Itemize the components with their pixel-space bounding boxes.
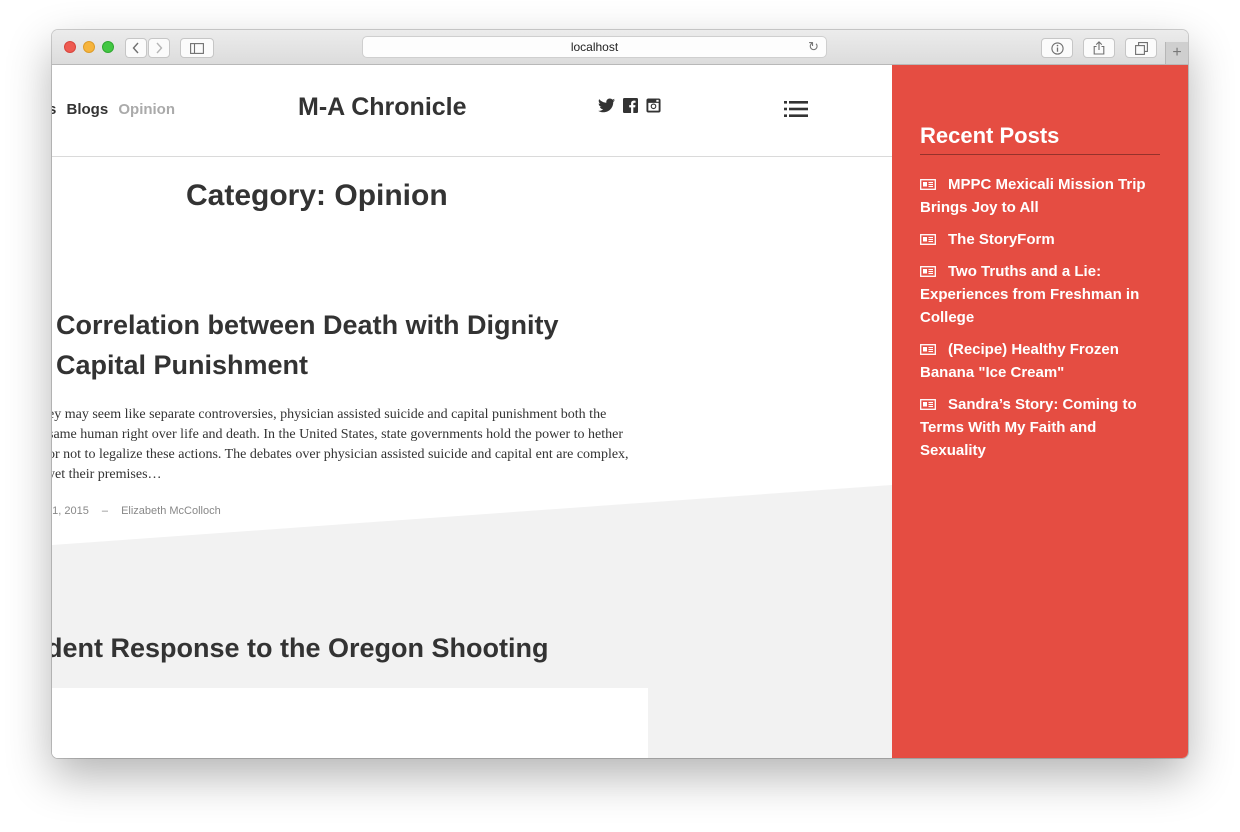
chevron-left-icon — [132, 42, 139, 54]
site-title[interactable]: M-A Chronicle — [298, 93, 467, 122]
share-button[interactable] — [1083, 38, 1115, 58]
hamburger-menu-icon[interactable] — [784, 101, 808, 117]
tabs-icon — [1134, 41, 1148, 55]
address-bar[interactable]: localhost ↻ — [362, 36, 827, 58]
post-title-2[interactable]: dent Response to the Oregon Shooting — [52, 633, 549, 664]
post-excerpt: ey may seem like separate controversies,… — [52, 407, 629, 482]
post-card — [52, 688, 648, 758]
post-meta: 21, 2015 – Elizabeth McColloch — [52, 505, 221, 517]
forward-button[interactable] — [148, 38, 170, 58]
maximize-window-button[interactable] — [102, 41, 114, 53]
top-nav: s Blogs Opinion — [52, 101, 181, 118]
meta-separator: – — [101, 505, 109, 517]
recent-posts-list: MPPC Mexicali Mission Trip Brings Joy to… — [920, 173, 1164, 471]
nav-link-opinion[interactable]: Opinion — [118, 101, 175, 118]
tabs-button[interactable] — [1125, 38, 1157, 58]
info-icon — [1050, 41, 1064, 55]
sidebar-divider — [920, 154, 1160, 155]
reload-icon[interactable]: ↻ — [808, 37, 819, 57]
sidebar-toggle-button[interactable] — [180, 38, 214, 58]
back-button[interactable] — [125, 38, 147, 58]
nav-link-partial[interactable]: s — [52, 101, 56, 118]
facebook-icon[interactable] — [623, 98, 638, 113]
newspaper-icon — [920, 234, 936, 245]
newspaper-icon — [920, 399, 936, 410]
recent-post-label: Two Truths and a Lie: Experiences from F… — [920, 263, 1140, 326]
recent-post-item[interactable]: Sandra’s Story: Coming to Terms With My … — [920, 393, 1164, 462]
twitter-icon[interactable] — [598, 98, 615, 113]
recent-post-item[interactable]: The StoryForm — [920, 228, 1164, 251]
close-window-button[interactable] — [64, 41, 76, 53]
share-icon — [1093, 41, 1105, 55]
recent-post-label: Sandra’s Story: Coming to Terms With My … — [920, 396, 1137, 459]
new-tab-button[interactable]: + — [1165, 42, 1188, 64]
recent-posts-sidebar: Recent Posts MPPC Mexicali Mission Trip … — [892, 65, 1188, 758]
newspaper-icon — [920, 266, 936, 277]
category-heading: Category: Opinion — [186, 179, 448, 212]
chevron-right-icon — [156, 42, 163, 54]
recent-post-label: MPPC Mexicali Mission Trip Brings Joy to… — [920, 176, 1146, 216]
social-links — [598, 98, 661, 113]
browser-window: localhost ↻ + s Blogs Opinion M-A Chroni… — [52, 30, 1188, 758]
newspaper-icon — [920, 344, 936, 355]
post-title[interactable]: Correlation between Death with Dignity C… — [56, 305, 636, 385]
recent-post-item[interactable]: (Recipe) Healthy Frozen Banana "Ice Crea… — [920, 338, 1164, 384]
nav-link-blogs[interactable]: Blogs — [67, 101, 109, 118]
recent-post-label: (Recipe) Healthy Frozen Banana "Ice Crea… — [920, 341, 1119, 381]
recent-posts-heading: Recent Posts — [920, 123, 1060, 148]
recent-post-item[interactable]: Two Truths and a Lie: Experiences from F… — [920, 260, 1164, 329]
recent-post-item[interactable]: MPPC Mexicali Mission Trip Brings Joy to… — [920, 173, 1164, 219]
minimize-window-button[interactable] — [83, 41, 95, 53]
address-text: localhost — [570, 40, 619, 54]
info-button[interactable] — [1041, 38, 1073, 58]
post-date: 21, 2015 — [52, 505, 89, 517]
sidebar-icon — [190, 42, 204, 54]
browser-toolbar: localhost ↻ + — [52, 30, 1188, 65]
newspaper-icon — [920, 179, 936, 190]
page-content: s Blogs Opinion M-A Chronicle Category: … — [52, 65, 892, 758]
post-author[interactable]: Elizabeth McColloch — [121, 505, 221, 517]
header-divider — [52, 156, 892, 157]
recent-post-label: The StoryForm — [948, 231, 1055, 248]
instagram-icon[interactable] — [646, 98, 661, 113]
